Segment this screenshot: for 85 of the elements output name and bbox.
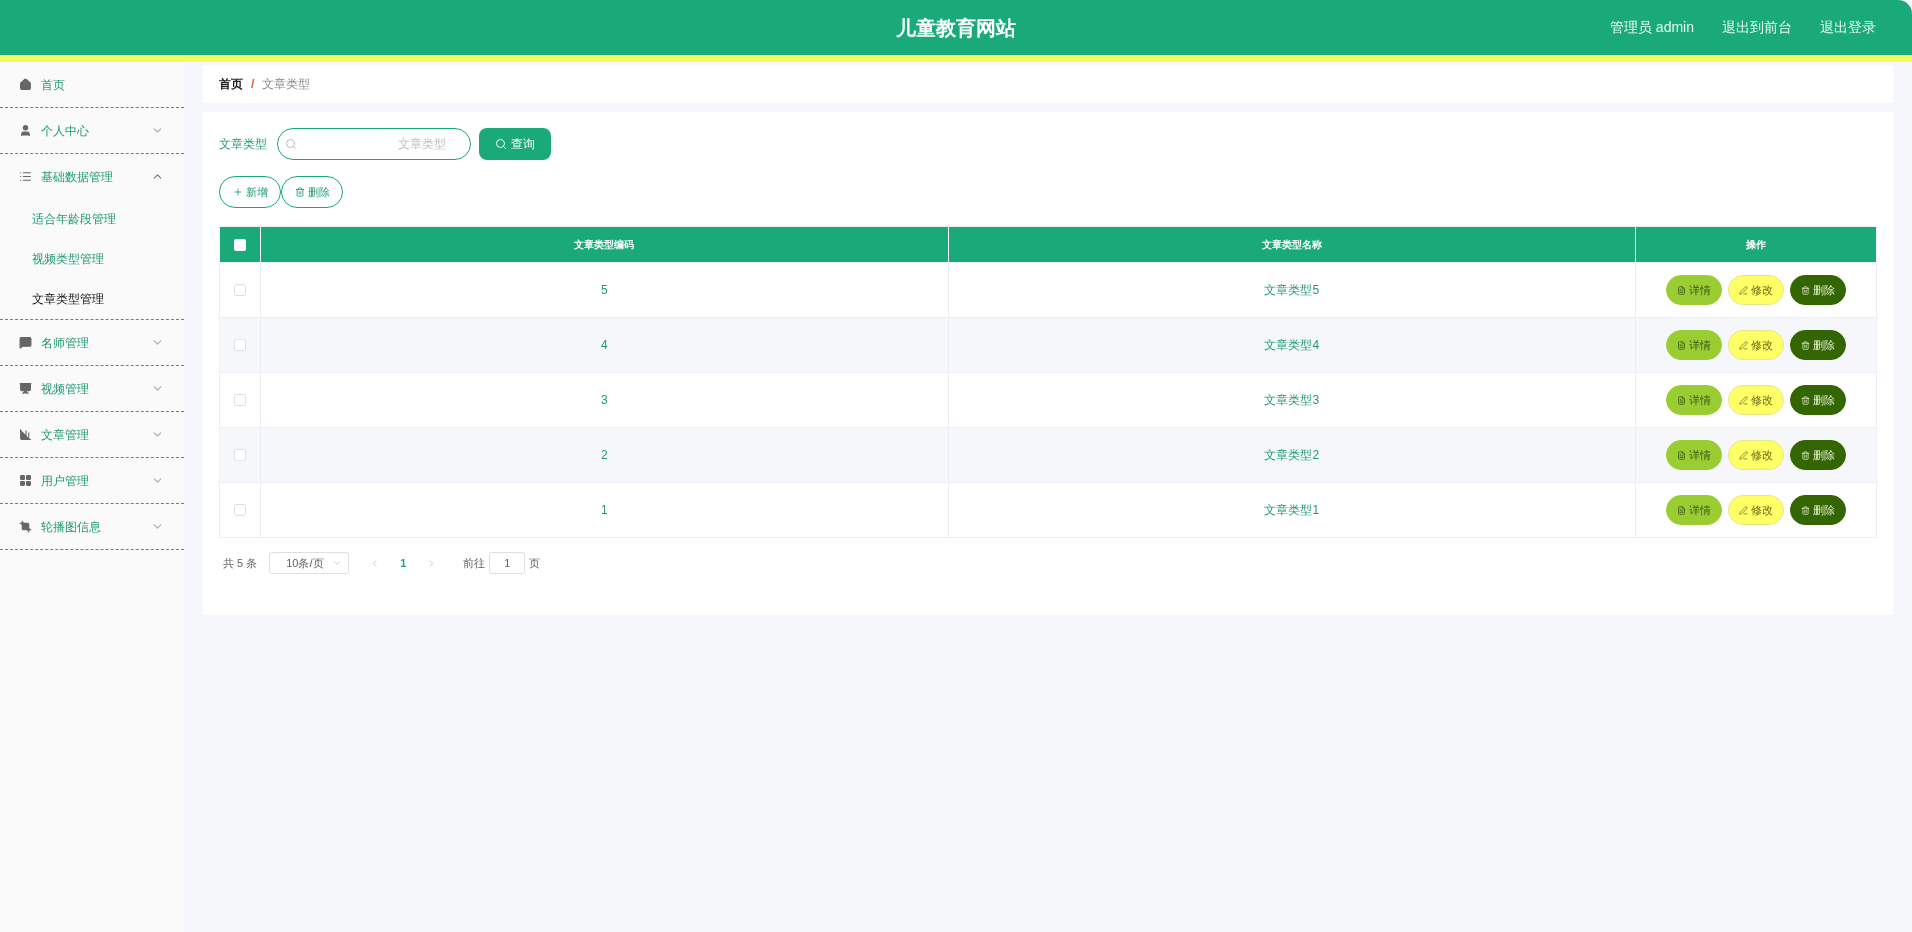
document-icon: [1677, 285, 1686, 295]
checkbox[interactable]: [234, 394, 246, 406]
breadcrumb-item: 文章类型: [262, 76, 311, 93]
menu-label: 名师管理: [41, 334, 89, 352]
menu-item[interactable]: 名师管理: [0, 320, 184, 365]
chat-icon: [19, 336, 32, 349]
trash-icon: [1801, 340, 1810, 350]
search-icon: [495, 138, 507, 150]
edit-button[interactable]: 修改: [1728, 275, 1784, 305]
search-icon: [285, 138, 297, 150]
menu-label: 视频管理: [41, 380, 89, 398]
submenu-item[interactable]: 文章类型管理: [0, 279, 184, 319]
edit-button[interactable]: 修改: [1728, 495, 1784, 525]
trash-icon: [294, 187, 305, 197]
document-icon: [1677, 340, 1686, 350]
total-count: 共 5 条: [223, 555, 258, 571]
edit-button[interactable]: 修改: [1728, 440, 1784, 470]
table-cell: 文章类型1: [948, 483, 1636, 537]
menu-item[interactable]: 个人中心: [0, 108, 184, 153]
checkbox[interactable]: [234, 504, 246, 516]
pen-icon: [1739, 285, 1748, 295]
checkbox[interactable]: [234, 339, 246, 351]
delete-button[interactable]: 删除: [1790, 385, 1846, 415]
pen-icon: [1739, 505, 1748, 515]
trash-icon: [1801, 285, 1810, 295]
menu-label: 用户管理: [41, 472, 89, 490]
document-icon: [1677, 395, 1686, 405]
table-cell: 1: [261, 483, 949, 537]
search-label: 文章类型: [219, 136, 267, 153]
submenu-item[interactable]: 视频类型管理: [0, 239, 184, 279]
menu-label: 基础数据管理: [41, 168, 113, 186]
delete-button[interactable]: 删除: [1790, 275, 1846, 305]
pen-icon: [1739, 340, 1748, 350]
delete-button[interactable]: 删除: [1790, 495, 1846, 525]
checkbox[interactable]: [234, 238, 246, 251]
delete-button[interactable]: 删除: [1790, 330, 1846, 360]
list-icon: [19, 170, 32, 183]
header-link[interactable]: 退出登录: [1820, 17, 1876, 38]
submenu-item[interactable]: 适合年龄段管理: [0, 199, 184, 239]
menu-label: 个人中心: [41, 122, 89, 140]
delete-button[interactable]: 删除: [1790, 440, 1846, 470]
page-number[interactable]: 1: [400, 554, 407, 572]
menu-label: 轮播图信息: [41, 518, 101, 536]
chevron-down-icon: [332, 558, 343, 568]
breadcrumb-item[interactable]: 首页: [219, 75, 243, 93]
trash-icon: [1801, 450, 1810, 460]
menu-item[interactable]: 视频管理: [0, 366, 184, 411]
search-button[interactable]: 查询: [479, 128, 551, 160]
document-icon: [1677, 505, 1686, 515]
pen-icon: [1739, 450, 1748, 460]
detail-button[interactable]: 详情: [1666, 440, 1722, 470]
detail-button[interactable]: 详情: [1666, 275, 1722, 305]
trash-icon: [1801, 395, 1810, 405]
edit-button[interactable]: 修改: [1728, 330, 1784, 360]
header-link[interactable]: 管理员 admin: [1609, 17, 1694, 38]
menu-label: 首页: [41, 76, 65, 94]
goto-label: 前往: [463, 555, 486, 571]
menu-item[interactable]: 文章管理: [0, 412, 184, 457]
menu-item[interactable]: 基础数据管理: [0, 154, 184, 199]
user-icon: [19, 124, 32, 137]
page-size-select[interactable]: 10条/页: [269, 552, 350, 574]
trash-icon: [1801, 505, 1810, 515]
edit-button[interactable]: 修改: [1728, 385, 1784, 415]
document-icon: [1677, 450, 1686, 460]
house-icon: [19, 78, 32, 91]
search-field[interactable]: 文章类型: [277, 128, 471, 160]
header-link[interactable]: 退出到前台: [1722, 17, 1792, 38]
board-icon: [19, 382, 32, 395]
menu-item[interactable]: 首页: [0, 62, 184, 107]
checkbox[interactable]: [234, 449, 246, 461]
plus-icon: [232, 187, 243, 197]
detail-button[interactable]: 详情: [1666, 385, 1722, 415]
pen-icon: [1739, 395, 1748, 405]
site-title: 儿童教育网站: [896, 15, 1016, 41]
menu-item[interactable]: 用户管理: [0, 458, 184, 503]
goto-page-field[interactable]: 1: [489, 552, 526, 574]
breadcrumb-separator: /: [251, 76, 255, 93]
menu-label: 文章管理: [41, 426, 89, 444]
menu-item[interactable]: 轮播图信息: [0, 504, 184, 549]
detail-button[interactable]: 详情: [1666, 330, 1722, 360]
checkbox[interactable]: [234, 284, 246, 296]
column-header: 操作: [1745, 238, 1767, 252]
grid-icon: [19, 474, 32, 487]
goto-unit: 页: [529, 555, 541, 571]
detail-button[interactable]: 详情: [1666, 495, 1722, 525]
